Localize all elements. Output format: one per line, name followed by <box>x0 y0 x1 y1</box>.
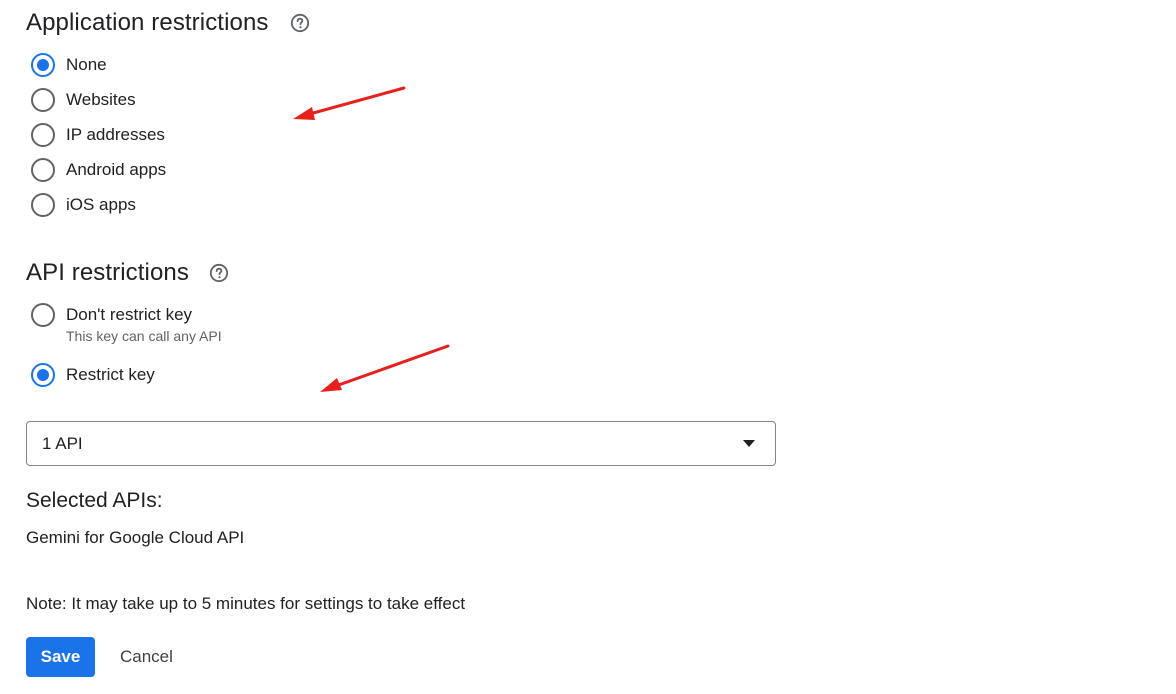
radio-button-android-apps[interactable] <box>31 158 55 182</box>
selected-api-item: Gemini for Google Cloud API <box>26 528 245 547</box>
radio-option-dont-restrict-key[interactable]: Don't restrict key This key can call any… <box>31 303 222 345</box>
radio-option-restrict-key[interactable]: Restrict key <box>31 363 155 387</box>
radio-button-ip-addresses[interactable] <box>31 123 55 147</box>
api-key-restrictions-page: Application restrictions None Websites I… <box>0 0 1176 694</box>
annotation-arrow-icon <box>293 86 406 120</box>
api-restrictions-title: API restrictions <box>26 259 189 286</box>
annotation-arrow-icon <box>320 344 450 392</box>
settings-note: Note: It may take up to 5 minutes for se… <box>26 594 466 613</box>
help-circle-icon[interactable] <box>290 13 310 33</box>
radio-label-ip-addresses: IP addresses <box>66 125 165 144</box>
radio-label-dont-restrict-key: Don't restrict key <box>66 305 193 324</box>
annotation-arrows <box>293 86 450 392</box>
radio-button-websites[interactable] <box>31 88 55 112</box>
save-button[interactable]: Save <box>26 637 95 677</box>
application-restrictions-title: Application restrictions <box>26 9 269 36</box>
radio-option-android-apps[interactable]: Android apps <box>31 158 166 182</box>
radio-label-ios-apps: iOS apps <box>66 195 136 214</box>
radio-button-dont-restrict-key[interactable] <box>31 303 55 327</box>
radio-button-none[interactable] <box>31 53 55 77</box>
api-restrictions-heading: API restrictions <box>26 257 229 289</box>
radio-option-websites[interactable]: Websites <box>31 88 136 112</box>
radio-sublabel-dont-restrict-key: This key can call any API <box>66 328 222 344</box>
help-circle-icon[interactable] <box>209 263 229 283</box>
radio-option-ip-addresses[interactable]: IP addresses <box>31 123 165 147</box>
arrow-drop-down-icon <box>743 440 755 447</box>
api-select-dropdown[interactable]: 1 API <box>26 421 776 466</box>
application-restrictions-heading: Application restrictions <box>26 7 310 39</box>
radio-label-android-apps: Android apps <box>66 160 167 179</box>
selected-apis-heading: Selected APIs: <box>26 489 163 512</box>
radio-button-ios-apps[interactable] <box>31 193 55 217</box>
radio-label-websites: Websites <box>66 90 136 109</box>
radio-option-ios-apps[interactable]: iOS apps <box>31 193 136 217</box>
radio-button-restrict-key[interactable] <box>31 363 55 387</box>
radio-label-restrict-key: Restrict key <box>66 365 155 384</box>
cancel-button[interactable]: Cancel <box>106 637 187 677</box>
radio-option-none[interactable]: None <box>31 53 107 77</box>
radio-label-none: None <box>66 55 107 74</box>
api-select-value: 1 API <box>42 433 83 453</box>
